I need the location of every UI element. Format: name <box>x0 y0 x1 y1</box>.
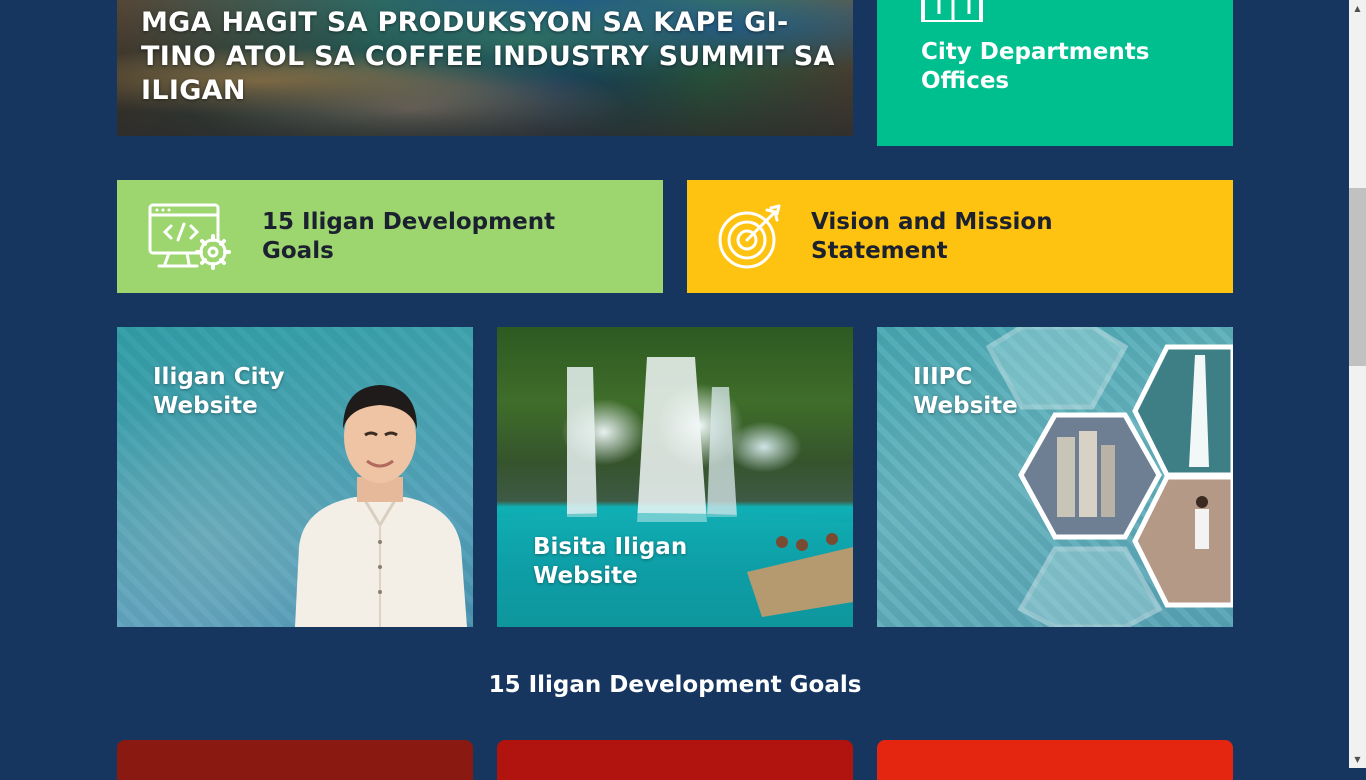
city-departments-card[interactable]: City Departments Offices <box>877 0 1233 146</box>
iligan-city-website-tile[interactable]: Iligan City Website <box>117 327 473 627</box>
goal-card[interactable] <box>877 740 1233 780</box>
goal-card[interactable] <box>117 740 473 780</box>
iiipc-website-label: IIIPC Website <box>913 364 1018 419</box>
development-goals-banner[interactable]: 15 Iligan Development Goals <box>117 180 663 293</box>
scroll-down-arrow-icon[interactable]: ▼ <box>1349 751 1366 768</box>
news-card[interactable]: MGA HAGIT SA PRODUKSYON SA KAPE GI-TINO … <box>117 0 853 136</box>
news-title[interactable]: MGA HAGIT SA PRODUKSYON SA KAPE GI-TINO … <box>141 6 841 108</box>
iiipc-website-tile[interactable]: IIIPC Website <box>877 327 1233 627</box>
goal-card[interactable] <box>497 740 853 780</box>
iligan-city-website-label: Iligan City Website <box>153 364 285 419</box>
scrollbar-thumb[interactable] <box>1349 188 1366 366</box>
bisita-iligan-label: Bisita Iligan Website <box>533 534 688 589</box>
map-icon <box>921 0 983 22</box>
scroll-up-arrow-icon[interactable]: ▲ <box>1349 0 1366 17</box>
vision-mission-banner[interactable]: Vision and Mission Statement <box>687 180 1233 293</box>
mayor-photo <box>295 385 467 627</box>
development-goals-label: 15 Iligan Development Goals <box>262 209 556 264</box>
code-settings-icon <box>148 203 231 270</box>
city-departments-label: City Departments Offices <box>921 39 1150 94</box>
vision-mission-label: Vision and Mission Statement <box>811 209 1053 264</box>
target-icon <box>718 204 781 269</box>
section-heading: 15 Iligan Development Goals <box>488 672 862 698</box>
bisita-iligan-tile[interactable]: Bisita Iligan Website <box>497 327 853 627</box>
scrollbar-track[interactable] <box>1349 0 1366 768</box>
